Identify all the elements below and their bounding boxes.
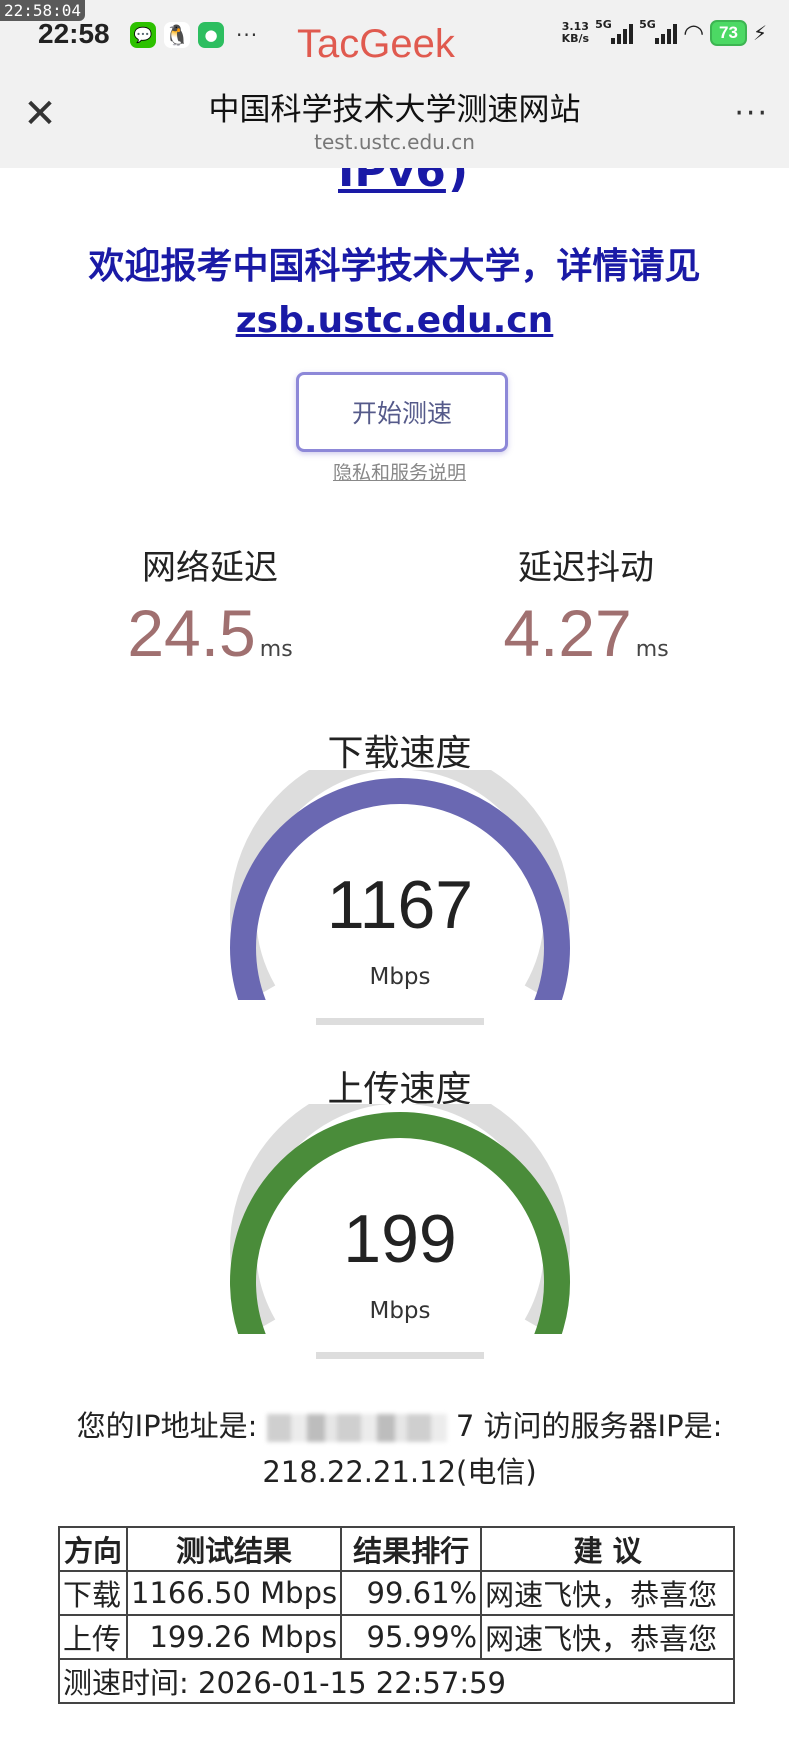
page-url: test.ustc.edu.cn <box>314 130 475 154</box>
download-progress-bar <box>316 1018 484 1025</box>
page-title: 中国科学技术大学测速网站 <box>208 92 581 128</box>
jitter-metric: 延迟抖动 4.27 ms <box>503 548 669 670</box>
server-ip-line: 218.22.21.12(电信) <box>262 1455 537 1489</box>
charging-icon: ⚡ <box>752 21 767 45</box>
browser-top-bar: 22:58:04 22:58 💬 🐧 ● ··· TacGeek 3.13 KB… <box>0 0 789 168</box>
more-menu-button[interactable]: ··· <box>734 96 769 131</box>
jitter-value: 4.27 <box>503 596 632 670</box>
upload-progress-bar <box>316 1352 484 1359</box>
wifi-icon: ◠ <box>683 19 705 47</box>
test-time: 测速时间: 2026-01-15 22:57:59 <box>58 1658 735 1704</box>
table-row: 下载 1166.50 Mbps 99.61% 网速飞快，恭喜您 <box>58 1570 735 1616</box>
watermark: TacGeek <box>297 22 455 66</box>
signal-sim2-icon: 5G <box>639 18 678 44</box>
download-speed-value: 1167 <box>326 867 474 943</box>
signal-sim1-icon: 5G <box>595 18 634 44</box>
net-speed: 3.13 KB/s <box>561 20 590 45</box>
ipv6-link[interactable]: IPv6 <box>338 168 446 197</box>
download-title: 下载速度 <box>327 733 472 774</box>
status-time: 22:58 <box>38 18 110 49</box>
admission-link[interactable]: zsb.ustc.edu.cn <box>236 300 554 341</box>
status-indicators: 3.13 KB/s 5G 5G ◠ 73 ⚡ <box>561 18 767 47</box>
more-notifications-icon: ··· <box>236 23 259 47</box>
table-row: 上传 199.26 Mbps 95.99% 网速飞快，恭喜您 <box>58 1614 735 1660</box>
start-test-button[interactable]: 开始测速 <box>296 372 508 452</box>
latency-metric: 网络延迟 24.5 ms <box>127 548 293 670</box>
download-speed-unit: Mbps <box>369 964 431 990</box>
ip-address-line: 您的IP地址是: 7 访问的服务器IP是: <box>76 1409 723 1443</box>
qq-icon: 🐧 <box>164 22 190 48</box>
welcome-banner: 欢迎报考中国科学技术大学，详情请见 zsb.ustc.edu.cn <box>88 246 701 341</box>
evernote-icon: ● <box>198 22 224 48</box>
privacy-link[interactable]: 隐私和服务说明 <box>0 458 789 485</box>
redacted-ip <box>266 1414 447 1442</box>
latency-value: 24.5 <box>127 596 256 670</box>
wechat-icon: 💬 <box>130 22 156 48</box>
upload-speed-unit: Mbps <box>369 1298 431 1324</box>
table-header-row: 方向 测试结果 结果排行 建 议 <box>58 1526 735 1572</box>
battery-indicator: 73 <box>710 20 747 46</box>
upload-speed-value: 199 <box>343 1201 457 1277</box>
ipv6-link-partial: IPv6 ) <box>0 168 789 198</box>
notification-icons: 💬 🐧 ● ··· <box>130 22 258 48</box>
table-footer-row: 测速时间: 2026-01-15 22:57:59 <box>58 1658 735 1704</box>
results-table: 方向 测试结果 结果排行 建 议 下载 1166.50 Mbps 99.61% … <box>58 1526 735 1704</box>
